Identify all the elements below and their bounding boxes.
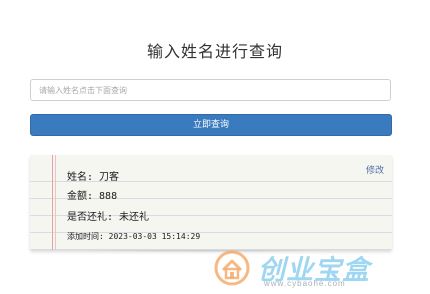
house-logo-icon: [214, 250, 250, 286]
watermark: 创业宝盒 www.cybaohe.com: [208, 248, 408, 292]
record-name: 姓名: 刀客: [67, 172, 120, 183]
page: 输入姓名进行查询 立即查询 修改 姓名: 刀客 金额: 888 是否还礼: 未还…: [0, 0, 430, 294]
card-margin-line-secondary: [55, 155, 56, 250]
record-amount: 金额: 888: [67, 191, 118, 202]
page-title: 输入姓名进行查询: [146, 42, 283, 61]
record-returned-status: 是否还礼: 未还礼: [67, 212, 150, 223]
card-margin-line: [52, 155, 53, 250]
query-button[interactable]: 立即查询: [30, 114, 392, 136]
record-card: 修改 姓名: 刀客 金额: 888 是否还礼: 未还礼 添加时间: 2023-0…: [30, 155, 392, 250]
name-search-input[interactable]: [30, 79, 391, 101]
record-added-time: 添加时间: 2023-03-03 15:14:29: [67, 232, 201, 241]
edit-link[interactable]: 修改: [366, 163, 384, 176]
watermark-url: www.cybaohe.com: [264, 279, 346, 288]
